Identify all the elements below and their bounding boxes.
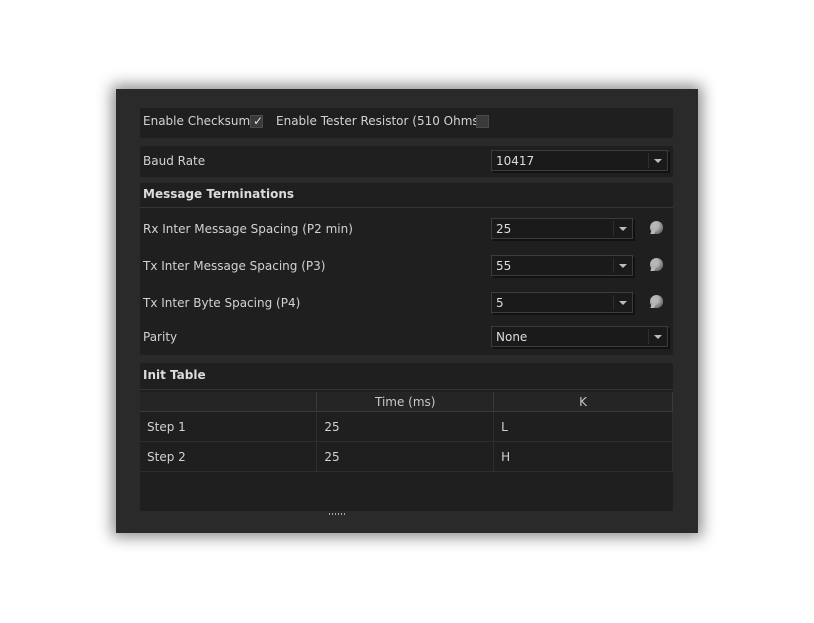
checksum-checkbox[interactable]: ✓	[250, 114, 264, 128]
k-cell[interactable]: L	[493, 411, 673, 442]
k-cell[interactable]: H	[493, 441, 673, 472]
tx-spacing-value: 55	[496, 259, 512, 273]
info-icon[interactable]	[650, 221, 663, 234]
combo-separator	[613, 258, 614, 273]
baud-rate-label: Baud Rate	[143, 154, 206, 168]
column-header[interactable]: K	[493, 392, 673, 412]
rx-spacing-select[interactable]: 25	[491, 218, 633, 239]
checkmark-icon: ✓	[253, 114, 264, 128]
parity-select[interactable]: None	[491, 326, 668, 347]
chevron-down-icon	[619, 227, 627, 231]
init-table-title: Init Table	[143, 368, 206, 382]
divider	[140, 207, 673, 208]
chevron-down-icon	[654, 159, 662, 163]
chevron-down-icon	[619, 264, 627, 268]
table-header-row: Time (ms) K	[140, 392, 673, 412]
step-cell[interactable]: Step 1	[140, 411, 318, 442]
combo-separator	[648, 153, 649, 168]
tx-byte-spacing-label: Tx Inter Byte Spacing (P4)	[143, 296, 301, 310]
combo-separator	[613, 221, 614, 236]
init-table-group: Init Table Time (ms) K Step 1 25 L Step …	[140, 363, 673, 511]
combo-separator	[648, 329, 649, 344]
time-cell[interactable]: 25	[316, 441, 495, 472]
tester-resistor-checkbox[interactable]	[476, 115, 489, 128]
combo-separator	[613, 295, 614, 310]
column-header[interactable]: Time (ms)	[316, 392, 495, 412]
info-icon[interactable]	[650, 258, 663, 271]
table-row[interactable]: Step 1 25 L	[140, 411, 673, 442]
settings-panel: Enable Checksum ✓ Enable Tester Resistor…	[116, 89, 698, 533]
baud-rate-value: 10417	[496, 154, 535, 168]
step-cell[interactable]: Step 2	[140, 441, 318, 472]
chevron-down-icon	[654, 335, 662, 339]
tester-resistor-label: Enable Tester Resistor (510 Ohms)	[276, 114, 484, 128]
table-row[interactable]: Step 2 25 H	[140, 441, 673, 472]
tx-byte-spacing-value: 5	[496, 296, 504, 310]
tx-spacing-select[interactable]: 55	[491, 255, 633, 276]
init-table: Time (ms) K Step 1 25 L Step 2 25 H	[140, 392, 673, 472]
tx-spacing-label: Tx Inter Message Spacing (P3)	[143, 259, 326, 273]
options-group: Enable Checksum ✓ Enable Tester Resistor…	[140, 108, 673, 138]
checksum-label: Enable Checksum	[143, 114, 251, 128]
parity-value: None	[496, 330, 528, 344]
info-icon[interactable]	[650, 295, 663, 308]
rx-spacing-label: Rx Inter Message Spacing (P2 min)	[143, 222, 353, 236]
message-terminations-group: Message Terminations Rx Inter Message Sp…	[140, 183, 673, 355]
parity-label: Parity	[143, 330, 178, 344]
chevron-down-icon	[619, 301, 627, 305]
baud-rate-group: Baud Rate 10417	[140, 146, 673, 177]
baud-rate-select[interactable]: 10417	[491, 150, 668, 171]
column-header[interactable]	[140, 392, 318, 412]
tx-byte-spacing-select[interactable]: 5	[491, 292, 633, 313]
divider	[140, 389, 673, 390]
message-terminations-title: Message Terminations	[143, 187, 295, 201]
resize-grip[interactable]	[329, 513, 347, 515]
rx-spacing-value: 25	[496, 222, 512, 236]
time-cell[interactable]: 25	[316, 411, 495, 442]
